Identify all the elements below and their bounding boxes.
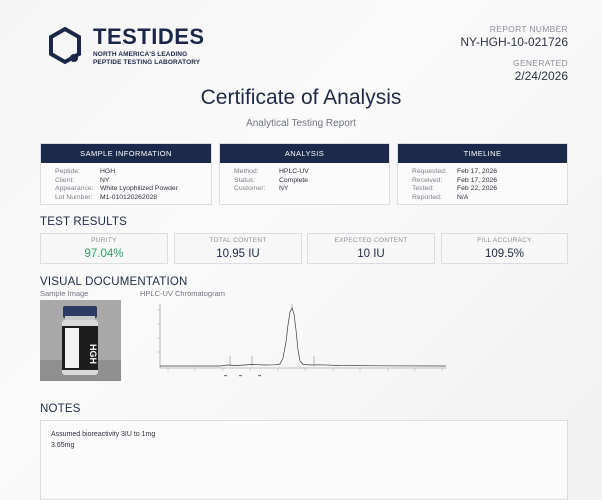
generated-label: GENERATED xyxy=(513,58,568,68)
metric-value: 10.95 IU xyxy=(216,248,260,260)
chromatogram-plot xyxy=(157,304,447,377)
testides-logo-icon xyxy=(49,26,81,65)
kv-row: Peptide: HGH xyxy=(55,168,211,177)
kv-row: Lot Number: M1-010120262028 xyxy=(55,194,211,203)
kv-key: Client: xyxy=(55,176,75,184)
notes-line-1: Assumed bioreactivity 3IU to 1mg xyxy=(51,431,156,438)
kv-value: M1-010120262028 xyxy=(100,193,158,201)
generated-date: 2/24/2026 xyxy=(514,69,568,83)
kv-row: Method: HPLC-UV xyxy=(234,168,389,177)
visual-documentation-heading: VISUAL DOCUMENTATION xyxy=(40,276,188,288)
panel-heading: SAMPLE INFORMATION xyxy=(41,144,211,163)
notes-line-2: 3.65mg xyxy=(51,442,75,449)
kv-key: Appearance: xyxy=(55,185,94,193)
kv-row: Tested: Feb 22, 2026 xyxy=(412,185,567,194)
analysis-panel: ANALYSIS Method: HPLC-UV Status: Complete … xyxy=(219,143,390,205)
kv-value: Feb 22, 2026 xyxy=(457,185,498,193)
brand-name: TESTIDES xyxy=(93,24,205,49)
panel-heading: TIMELINE xyxy=(398,144,567,163)
panel-heading: ANALYSIS xyxy=(220,144,389,163)
kv-value: Complete xyxy=(279,176,309,184)
metric-value: 109.5% xyxy=(484,248,524,260)
sample-vial-image: HGH xyxy=(40,300,121,381)
kv-row: Received: Feb 17, 2026 xyxy=(412,177,567,186)
kv-key: Tested: xyxy=(412,185,434,193)
fill-accuracy-card: FILL ACCURACY 109.5% xyxy=(441,233,568,264)
brand-tagline: NORTH AMERICA'S LEADING PEPTIDE TESTING … xyxy=(93,51,205,67)
test-results-heading: TEST RESULTS xyxy=(40,216,127,228)
kv-key: Received: xyxy=(412,176,443,184)
kv-row: Requested: Feb 17, 2026 xyxy=(412,168,567,177)
kv-row: Client: NY xyxy=(55,177,211,186)
kv-value: HPLC-UV xyxy=(279,168,309,175)
metric-label: TOTAL CONTENT xyxy=(209,237,267,244)
vial-image-icon: HGH xyxy=(40,300,121,381)
page-subtitle: Analytical Testing Report xyxy=(246,118,356,129)
timeline-panel: TIMELINE Requested: Feb 17, 2026 Received… xyxy=(397,143,568,205)
page-title: Certificate of Analysis xyxy=(200,86,402,109)
brand-tagline-line-1: NORTH AMERICA'S LEADING xyxy=(93,51,188,58)
chromatogram-caption: HPLC-UV Chromatogram xyxy=(140,289,226,298)
brand-tagline-line-2: PEPTIDE TESTING LABORATORY xyxy=(93,59,201,66)
notes-heading: NOTES xyxy=(40,403,81,415)
metric-label: FILL ACCURACY xyxy=(477,237,532,244)
metric-label: PURITY xyxy=(91,237,117,244)
kv-value: N/A xyxy=(457,193,469,201)
sample-information-panel: SAMPLE INFORMATION Peptide: HGH Client: NY… xyxy=(40,143,212,205)
expected-content-card: EXPECTED CONTENT 10 IU xyxy=(307,233,435,264)
kv-key: Method: xyxy=(234,168,259,175)
purity-card: PURITY 97.04% xyxy=(40,233,168,264)
report-meta: REPORT NUMBER NY-HGH-10-021726 GENERATED… xyxy=(460,24,568,84)
kv-value: HGH xyxy=(100,168,116,175)
kv-key: Reported: xyxy=(412,193,442,201)
brand-block: TESTIDES NORTH AMERICA'S LEADING PEPTIDE… xyxy=(93,26,205,67)
report-number: NY-HGH-10-021726 xyxy=(460,35,568,49)
metric-value: 10 IU xyxy=(357,248,385,260)
kv-key: Customer: xyxy=(234,185,266,193)
kv-key: Lot Number: xyxy=(55,193,93,201)
kv-key: Status: xyxy=(234,176,256,184)
total-content-card: TOTAL CONTENT 10.95 IU xyxy=(174,233,302,264)
kv-value: NY xyxy=(279,185,289,193)
report-number-label: REPORT NUMBER xyxy=(489,24,568,34)
vial-label-text: HGH xyxy=(88,344,98,364)
kv-key: Peptide: xyxy=(55,168,80,175)
notes-box: Assumed bioreactivity 3IU to 1mg 3.65mg xyxy=(40,420,568,500)
kv-row: Reported: N/A xyxy=(412,194,567,203)
metric-label: EXPECTED CONTENT xyxy=(334,237,408,244)
kv-value: Feb 17, 2026 xyxy=(457,176,498,184)
kv-value: Feb 17, 2026 xyxy=(457,168,498,175)
certificate-page: TESTIDES NORTH AMERICA'S LEADING PEPTIDE… xyxy=(0,0,602,500)
sample-image-caption: Sample Image xyxy=(40,289,89,298)
kv-row: Status: Complete xyxy=(234,177,389,186)
kv-row: Customer: NY xyxy=(234,185,389,194)
metric-value: 97.04% xyxy=(84,248,124,260)
kv-value: NY xyxy=(100,176,110,184)
kv-value: White Lyophilized Powder xyxy=(100,185,178,193)
kv-row: Appearance: White Lyophilized Powder xyxy=(55,185,211,194)
kv-key: Requested: xyxy=(412,168,447,175)
